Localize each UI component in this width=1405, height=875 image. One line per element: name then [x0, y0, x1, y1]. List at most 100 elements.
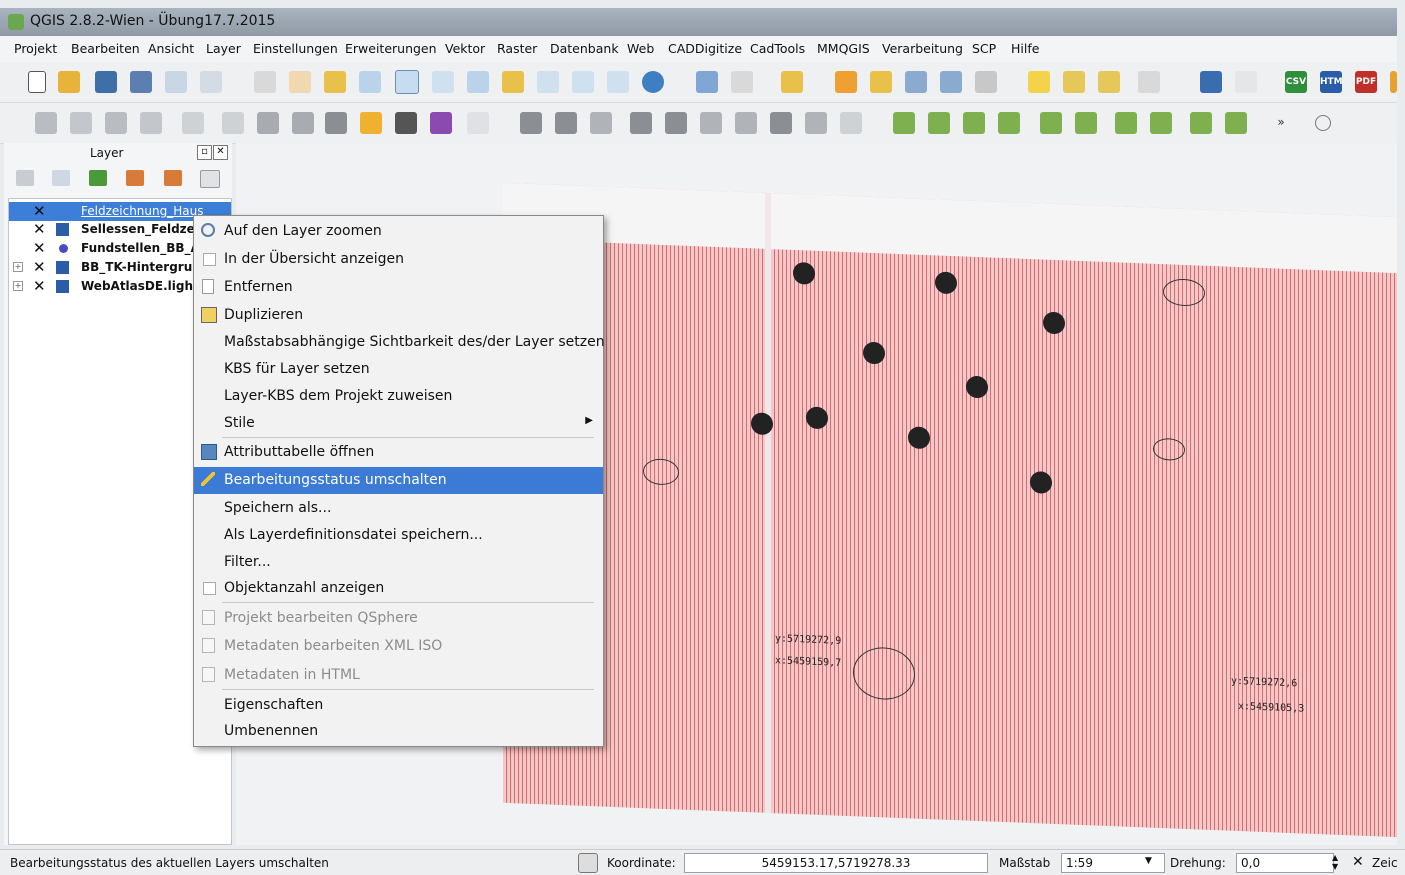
cad-tool-9-icon[interactable]	[805, 112, 827, 134]
menu-verarbeitung[interactable]: Verarbeitung	[882, 41, 963, 56]
menu-item-remove[interactable]: Entfernen	[194, 274, 603, 300]
zoom-next-icon[interactable]	[607, 71, 629, 93]
layer-visibility-checkbox[interactable]: ✕	[33, 202, 46, 220]
menu-mmqgis[interactable]: MMQGIS	[817, 41, 870, 56]
coordinate-toggle-icon[interactable]	[578, 853, 598, 873]
node-tool-5-icon[interactable]	[1040, 112, 1062, 134]
bookmark-icon[interactable]	[1063, 71, 1085, 93]
zoom-out-icon[interactable]	[395, 70, 419, 94]
menu-item-styles[interactable]: Stile ▶	[194, 410, 603, 436]
menu-vektor[interactable]: Vektor	[445, 41, 485, 56]
save-icon[interactable]	[95, 71, 117, 93]
layer-visibility-checkbox[interactable]: ✕	[33, 220, 46, 238]
menu-hilfe[interactable]: Hilfe	[1011, 41, 1039, 56]
whats-this-icon[interactable]	[1235, 71, 1257, 93]
cad-tool-3-icon[interactable]	[590, 112, 612, 134]
node-tool-4-icon[interactable]	[998, 112, 1020, 134]
new-project-icon[interactable]	[28, 71, 46, 93]
menu-web[interactable]: Web	[627, 41, 654, 56]
deselect-icon[interactable]	[835, 71, 857, 93]
digitize-bars-3-icon[interactable]	[105, 112, 127, 134]
menu-item-duplicate[interactable]: Duplizieren	[194, 302, 603, 328]
coordinate-field[interactable]: 5459153.17,5719278.33	[684, 853, 988, 873]
zoom-full-icon[interactable]	[467, 71, 489, 93]
menu-item-toggle-editing[interactable]: Bearbeitungsstatus umschalten	[194, 467, 603, 494]
menu-erweiterungen[interactable]: Erweiterungen	[345, 41, 437, 56]
menu-bearbeiten[interactable]: Bearbeiten	[71, 41, 140, 56]
menu-item-set-layer-crs[interactable]: KBS für Layer setzen	[194, 356, 603, 382]
cad-tool-1-icon[interactable]	[520, 112, 542, 134]
zoom-layer-icon[interactable]	[537, 71, 559, 93]
layer-visibility-checkbox[interactable]: ✕	[33, 258, 46, 276]
identify-icon[interactable]	[696, 71, 718, 93]
spin-arrows-icon[interactable]: ▲ ▼	[1332, 853, 1338, 871]
csv-export-icon[interactable]: CSV	[1285, 71, 1307, 93]
cad-tool-5-icon[interactable]	[665, 112, 687, 134]
field-calculator-icon[interactable]	[870, 71, 892, 93]
layer-style-icon[interactable]	[16, 170, 34, 186]
pan-hand-icon[interactable]	[289, 71, 311, 93]
layer-visibility-checkbox[interactable]: ✕	[33, 277, 46, 295]
node-tool-9-icon[interactable]	[1190, 112, 1212, 134]
render-checkbox-icon[interactable]: ✕	[1352, 854, 1364, 870]
add-point-2-icon[interactable]	[222, 112, 244, 134]
menu-ansicht[interactable]: Ansicht	[148, 41, 194, 56]
statistics-icon[interactable]	[940, 71, 962, 93]
float-panel-icon[interactable]: ▫	[197, 145, 212, 160]
grid-icon[interactable]	[325, 112, 347, 134]
save-as-icon[interactable]	[130, 71, 152, 93]
expand-icon[interactable]: +	[13, 281, 23, 291]
toolbar-more-icon[interactable]	[1390, 71, 1397, 93]
menu-projekt[interactable]: Projekt	[14, 41, 57, 56]
menu-item-rename[interactable]: Umbenennen	[194, 718, 603, 744]
htm-export-icon[interactable]: HTM	[1320, 71, 1343, 93]
attribute-table-icon[interactable]	[905, 71, 927, 93]
expand-icon[interactable]: +	[13, 262, 23, 272]
open-folder-icon[interactable]	[58, 71, 80, 93]
cad-tool-7-icon[interactable]	[735, 112, 757, 134]
menu-item-show-feature-count[interactable]: Objektanzahl anzeigen	[194, 575, 603, 601]
cad-tool-4-icon[interactable]	[630, 112, 652, 134]
zoom-selection-icon[interactable]	[502, 71, 524, 93]
show-bookmarks-icon[interactable]	[1098, 71, 1120, 93]
menu-raster[interactable]: Raster	[497, 41, 537, 56]
expand-all-icon[interactable]	[126, 170, 144, 186]
layout-icon[interactable]	[467, 112, 489, 134]
pdf-export-icon[interactable]: PDF	[1355, 71, 1377, 93]
select-features-icon[interactable]	[781, 71, 803, 93]
zoom-in-icon[interactable]	[359, 71, 381, 93]
menu-layer[interactable]: Layer	[206, 41, 241, 56]
digitize-bars-2-icon[interactable]	[70, 112, 92, 134]
select-arrow-icon[interactable]	[254, 71, 276, 93]
circle-tool-icon[interactable]	[1315, 115, 1331, 131]
remove-layer-icon[interactable]	[200, 170, 220, 188]
cad-tool-2-icon[interactable]	[555, 112, 577, 134]
digitize-bars-4-icon[interactable]	[140, 112, 162, 134]
cad-tool-8-icon[interactable]	[770, 112, 792, 134]
layer-visibility-checkbox[interactable]: ✕	[33, 239, 46, 257]
composer-manager-icon[interactable]	[200, 71, 222, 93]
menu-item-scale-visibility[interactable]: Maßstabsabhängige Sichtbarkeit des/der L…	[194, 329, 605, 355]
close-panel-icon[interactable]: ✕	[213, 145, 228, 160]
cad-tool-10-icon[interactable]	[840, 112, 862, 134]
collapse-all-icon[interactable]	[164, 170, 182, 186]
help-icon[interactable]	[1200, 71, 1222, 93]
menu-datenbank[interactable]: Datenbank	[550, 41, 619, 56]
zoom-actual-icon[interactable]	[432, 71, 454, 93]
checkbox-icon[interactable]	[203, 582, 216, 595]
text-annotation-icon[interactable]	[1138, 71, 1160, 93]
node-tool-6-icon[interactable]	[1075, 112, 1097, 134]
measure-icon[interactable]	[975, 71, 997, 93]
menu-item-properties[interactable]: Eigenschaften	[194, 692, 603, 718]
move-feature-icon[interactable]	[257, 112, 279, 134]
chevron-down-icon[interactable]: ▼	[1145, 856, 1152, 866]
map-tips-icon[interactable]	[1028, 71, 1050, 93]
sum-icon[interactable]	[430, 112, 452, 134]
node-tool-3-icon[interactable]	[963, 112, 985, 134]
menu-item-open-attribute-table[interactable]: Attributtabelle öffnen	[194, 439, 603, 465]
refresh-icon[interactable]	[642, 71, 664, 93]
label-icon[interactable]	[360, 112, 382, 134]
node-tool-8-icon[interactable]	[1150, 112, 1172, 134]
menu-item-set-project-crs[interactable]: Layer-KBS dem Projekt zuweisen	[194, 383, 603, 409]
filter-icon[interactable]	[89, 170, 107, 186]
